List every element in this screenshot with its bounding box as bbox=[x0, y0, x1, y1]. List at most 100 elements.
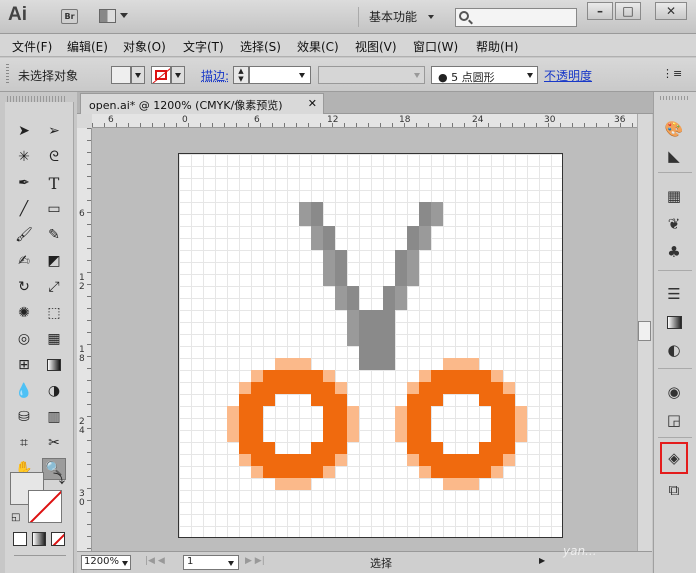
gradient-panel-icon[interactable] bbox=[660, 310, 688, 334]
brush-definition-dropdown[interactable]: ● 5 点圆形 bbox=[431, 66, 538, 84]
gradient-tool-icon[interactable] bbox=[42, 354, 66, 376]
symbol-sprayer-tool-icon[interactable]: ⛁ bbox=[12, 406, 36, 428]
handle-pixel bbox=[323, 418, 335, 430]
stroke-weight-stepper[interactable]: ▲ ▼ bbox=[233, 66, 249, 84]
color-guide-icon[interactable]: ◣ bbox=[660, 144, 688, 168]
document-tab[interactable]: open.ai* @ 1200% (CMYK/像素预览) ✕ bbox=[80, 93, 324, 114]
bridge-button[interactable]: Br bbox=[61, 9, 78, 24]
arrange-documents-button[interactable] bbox=[99, 9, 129, 25]
menu-type[interactable]: 文字(T) bbox=[183, 38, 224, 55]
variable-width-profile[interactable] bbox=[318, 66, 425, 84]
menu-effect[interactable]: 效果(C) bbox=[297, 38, 339, 55]
type-tool-icon[interactable]: T bbox=[42, 172, 66, 194]
menu-help[interactable]: 帮助(H) bbox=[476, 38, 518, 55]
paintbrush-tool-icon[interactable]: 🖌 bbox=[12, 224, 36, 246]
mesh-tool-icon[interactable]: ⊞ bbox=[12, 354, 36, 376]
perspective-grid-tool-icon[interactable]: ▦ bbox=[42, 328, 66, 350]
line-tool-icon[interactable]: ╱ bbox=[12, 198, 36, 220]
artboard-navigation[interactable]: 1 bbox=[183, 555, 239, 570]
rectangle-tool-icon[interactable]: ▭ bbox=[42, 198, 66, 220]
handle-pixel bbox=[491, 394, 503, 406]
direct-selection-tool-icon[interactable]: ➢ bbox=[42, 120, 66, 142]
none-mode-icon[interactable] bbox=[51, 532, 65, 546]
lasso-tool-icon[interactable]: ᘓ bbox=[42, 146, 66, 168]
vertical-ruler[interactable]: 6 1 2 1 8 2 4 3 0 bbox=[77, 128, 92, 551]
pivot-pixel bbox=[383, 334, 395, 346]
ruler-origin[interactable] bbox=[77, 114, 92, 128]
dock-grip[interactable] bbox=[660, 96, 688, 100]
panel-menu-icon[interactable]: ⋮≡ bbox=[662, 67, 682, 80]
brushes-panel-icon[interactable]: ❦ bbox=[660, 212, 688, 236]
handle-pixel bbox=[323, 406, 335, 418]
default-colors-icon[interactable]: ◱ bbox=[11, 512, 20, 523]
menu-edit[interactable]: 编辑(E) bbox=[67, 38, 108, 55]
screen-mode-icon[interactable] bbox=[14, 555, 66, 567]
handle-pixel bbox=[335, 418, 347, 430]
graphic-styles-panel-icon[interactable]: ◲ bbox=[660, 408, 688, 432]
first-artboard-icon[interactable]: |◀ ◀ bbox=[145, 556, 165, 566]
pen-tool-icon[interactable]: ✒ bbox=[12, 172, 36, 194]
color-mode-icon[interactable] bbox=[13, 532, 27, 546]
pivot-pixel bbox=[383, 322, 395, 334]
artboards-panel-icon[interactable]: ⧉ bbox=[660, 478, 688, 502]
zoom-level-dropdown[interactable]: 1200% bbox=[81, 555, 131, 570]
eyedropper-tool-icon[interactable]: 💧 bbox=[12, 380, 36, 402]
workspace-label: 基本功能 bbox=[369, 10, 418, 24]
search-input[interactable] bbox=[455, 8, 577, 27]
fill-swatch[interactable] bbox=[111, 66, 131, 84]
vertical-scrollbar-thumb[interactable] bbox=[638, 321, 651, 341]
blob-brush-tool-icon[interactable]: ✍ bbox=[12, 250, 36, 272]
stroke-weight-input[interactable] bbox=[249, 66, 311, 84]
handle-edge-pixel bbox=[503, 454, 515, 466]
swap-fill-stroke-icon[interactable]: ⤵ bbox=[53, 470, 65, 487]
minimize-button[interactable]: – bbox=[587, 2, 613, 20]
menu-select[interactable]: 选择(S) bbox=[240, 38, 281, 55]
transparency-panel-icon[interactable]: ◐ bbox=[660, 338, 688, 362]
artboard-tool-icon[interactable]: ⌗ bbox=[12, 432, 36, 454]
scale-tool-icon[interactable]: ⤢ bbox=[42, 276, 66, 298]
symbols-panel-icon[interactable]: ♣ bbox=[660, 240, 688, 264]
eraser-tool-icon[interactable]: ◩ bbox=[42, 250, 66, 272]
close-icon[interactable]: ✕ bbox=[308, 97, 317, 110]
pencil-tool-icon[interactable]: ✎ bbox=[42, 224, 66, 246]
menu-file[interactable]: 文件(F) bbox=[12, 38, 52, 55]
pivot-pixel bbox=[371, 310, 383, 322]
handle-pixel bbox=[479, 394, 491, 406]
stroke-dropdown[interactable] bbox=[171, 66, 185, 84]
column-graph-tool-icon[interactable]: ▥ bbox=[42, 406, 66, 428]
menu-object[interactable]: 对象(O) bbox=[123, 38, 166, 55]
rotate-tool-icon[interactable]: ↻ bbox=[12, 276, 36, 298]
workspace-switcher[interactable]: 基本功能 bbox=[358, 7, 444, 27]
handle-edge-pixel bbox=[323, 370, 335, 382]
search-icon bbox=[459, 11, 469, 21]
appearance-panel-icon[interactable]: ◉ bbox=[660, 380, 688, 404]
artboard[interactable] bbox=[178, 153, 563, 538]
layers-panel-icon[interactable]: ◈ bbox=[660, 442, 688, 474]
fill-dropdown[interactable] bbox=[131, 66, 145, 84]
stroke-color-swatch[interactable] bbox=[28, 490, 62, 523]
scissors-artwork[interactable] bbox=[179, 154, 564, 539]
magic-wand-tool-icon[interactable]: ✳ bbox=[12, 146, 36, 168]
stroke-swatch[interactable] bbox=[151, 66, 171, 84]
handle-pixel bbox=[467, 454, 479, 466]
stroke-label[interactable]: 描边: bbox=[201, 67, 229, 84]
selection-tool-icon[interactable]: ➤ bbox=[12, 120, 36, 142]
swatches-panel-icon[interactable]: ▦ bbox=[660, 184, 688, 208]
close-button[interactable]: ✕ bbox=[655, 2, 687, 20]
menu-window[interactable]: 窗口(W) bbox=[413, 38, 458, 55]
shape-builder-tool-icon[interactable]: ◎ bbox=[12, 328, 36, 350]
opacity-link[interactable]: 不透明度 bbox=[544, 67, 592, 84]
stroke-panel-icon[interactable]: ☰ bbox=[660, 282, 688, 306]
gradient-mode-icon[interactable] bbox=[32, 532, 46, 546]
blend-tool-icon[interactable]: ◑ bbox=[42, 380, 66, 402]
horizontal-ruler[interactable]: 6 0 6 12 18 24 30 36 bbox=[92, 114, 637, 128]
warp-tool-icon[interactable]: ✺ bbox=[12, 302, 36, 324]
next-artboard-icon[interactable]: ▶ ▶| bbox=[245, 556, 265, 566]
handle-edge-pixel bbox=[275, 358, 287, 370]
free-transform-tool-icon[interactable]: ⬚ bbox=[42, 302, 66, 324]
slice-tool-icon[interactable]: ✂ bbox=[42, 432, 66, 454]
menu-view[interactable]: 视图(V) bbox=[355, 38, 397, 55]
color-panel-icon[interactable]: 🎨 bbox=[660, 117, 688, 141]
status-menu-icon[interactable]: ▶ bbox=[539, 556, 545, 565]
maximize-button[interactable]: □ bbox=[615, 2, 641, 20]
